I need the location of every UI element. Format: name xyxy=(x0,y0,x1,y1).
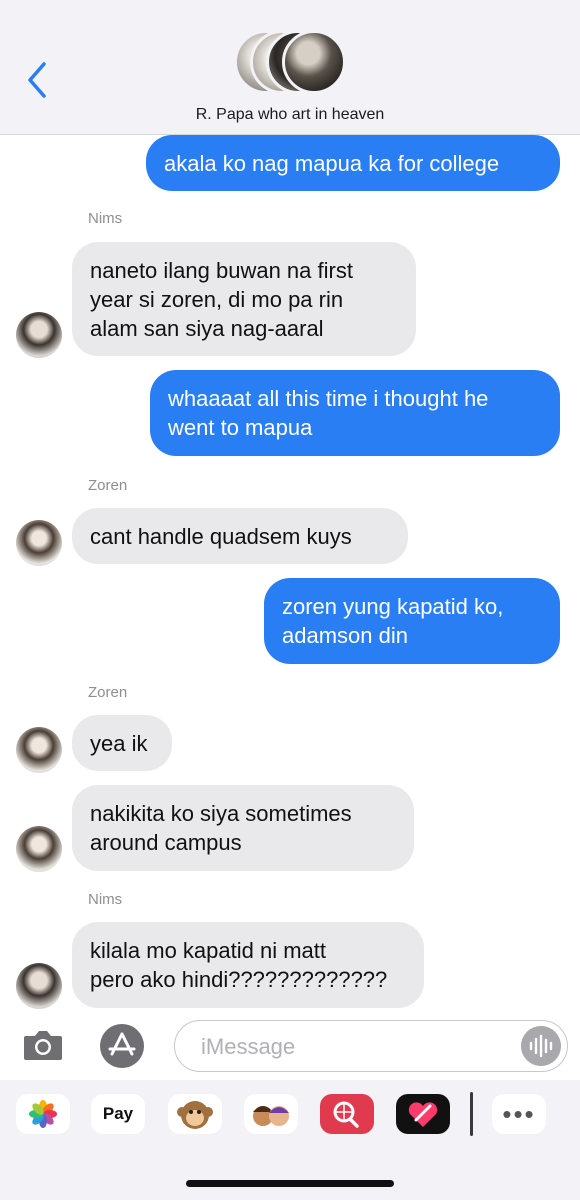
incoming-message[interactable]: cant handle quadsem kuys xyxy=(72,508,408,564)
avatar[interactable] xyxy=(16,826,62,872)
outgoing-message[interactable]: zoren yung kapatid ko, adamson din xyxy=(264,578,560,664)
more-icon[interactable]: ••• xyxy=(492,1094,546,1134)
digital-touch-icon[interactable] xyxy=(396,1094,450,1134)
memoji-stickers-icon[interactable] xyxy=(168,1094,222,1134)
waveform-icon[interactable] xyxy=(521,1026,561,1066)
incoming-message[interactable]: naneto ilang buwan na first year si zore… xyxy=(72,242,416,356)
more-label: ••• xyxy=(502,1098,536,1129)
incoming-message[interactable]: yea ik xyxy=(72,715,172,771)
memoji-icon[interactable] xyxy=(244,1094,298,1134)
avatar[interactable] xyxy=(16,727,62,773)
outgoing-message[interactable]: whaaaat all this time i thought he went … xyxy=(150,370,560,456)
group-avatars[interactable] xyxy=(234,30,346,96)
avatar[interactable] xyxy=(16,520,62,566)
avatar[interactable] xyxy=(16,312,62,358)
search-images-icon[interactable] xyxy=(320,1094,374,1134)
group-name[interactable]: R. Papa who art in heaven xyxy=(0,106,580,124)
apple-pay-icon[interactable]: Pay xyxy=(91,1094,145,1134)
incoming-message[interactable]: nakikita ko siya sometimes around campus xyxy=(72,785,414,871)
photos-icon[interactable] xyxy=(16,1094,70,1134)
avatar xyxy=(282,30,346,94)
apple-pay-label: Pay xyxy=(102,1104,134,1123)
outgoing-message[interactable]: akala ko nag mapua ka for college xyxy=(146,135,560,191)
drawer-divider xyxy=(470,1092,473,1136)
sender-name: Nims xyxy=(88,210,123,227)
app-store-icon[interactable] xyxy=(98,1022,146,1070)
message-placeholder: iMessage xyxy=(201,1034,296,1059)
home-indicator[interactable] xyxy=(186,1180,394,1187)
avatar[interactable] xyxy=(16,963,62,1009)
conversation-header: R. Papa who art in heaven xyxy=(0,0,580,135)
imessage-screen: R. Papa who art in heaven akala ko nag m… xyxy=(0,0,580,1200)
sender-name: Zoren xyxy=(88,477,128,494)
message-input[interactable]: iMessage xyxy=(174,1020,568,1072)
sender-name: Zoren xyxy=(88,684,128,701)
chevron-left-icon[interactable] xyxy=(20,58,54,102)
incoming-message[interactable]: kilala mo kapatid ni matt pero ako hindi… xyxy=(72,922,424,1008)
camera-icon[interactable] xyxy=(22,1027,64,1063)
sender-name: Nims xyxy=(88,891,123,908)
